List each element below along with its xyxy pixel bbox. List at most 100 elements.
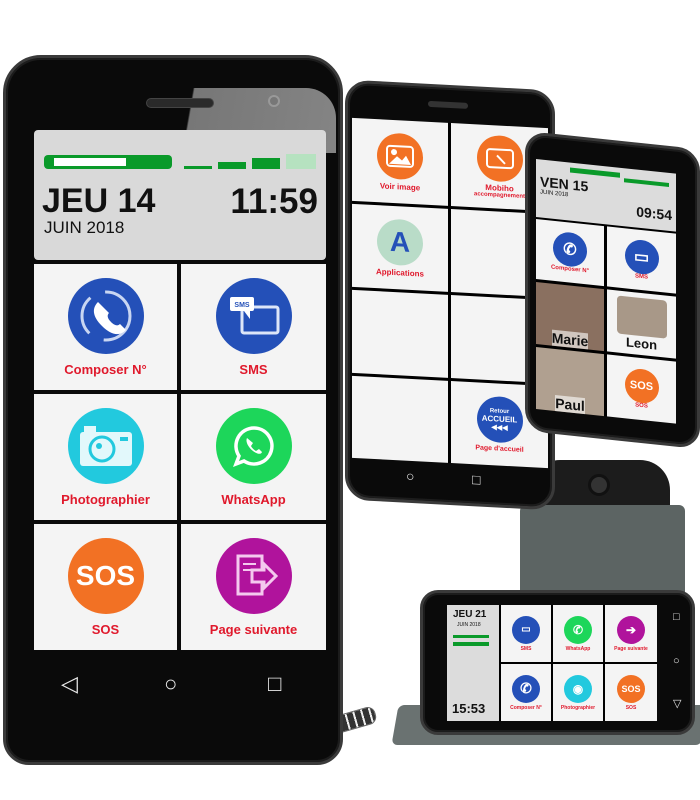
contact-name: Marie <box>551 329 589 350</box>
tile-label: Voir image <box>379 180 421 192</box>
signal-bar-1 <box>184 166 212 169</box>
contact-photo-icon <box>616 294 667 339</box>
tile-label: Page d'accueil <box>475 444 524 454</box>
screen: JEU 21 JUIN 2018 15:53 ▭ SMS ✆ WhatsApp … <box>447 605 657 721</box>
back-button[interactable]: ◁ <box>61 671 78 697</box>
sms-icon-text: SMS <box>234 302 250 309</box>
date-month: JUIN 2018 <box>44 218 125 237</box>
sms-icon: ▭ <box>512 615 540 644</box>
back-button[interactable]: ▽ <box>673 697 681 710</box>
tile-composer[interactable]: Composer N° <box>34 264 177 390</box>
icon-text-bottom: ◀◀◀ <box>491 423 508 432</box>
tile-label: SOS <box>91 621 120 637</box>
tile-contact-leon[interactable]: Leon <box>607 289 676 359</box>
battery-level <box>54 158 126 166</box>
front-camera-icon <box>268 95 280 107</box>
tile-label: SOS <box>625 704 637 711</box>
tile-contact-paul[interactable]: Paul <box>536 346 604 417</box>
tile-contact-marie[interactable]: Marie <box>536 281 604 352</box>
sos-icon: SOS <box>617 674 645 703</box>
signal-icon <box>624 178 669 187</box>
speaker <box>428 100 468 109</box>
recents-button[interactable]: □ <box>673 611 680 623</box>
tile-whatsapp[interactable]: WhatsApp <box>181 394 326 520</box>
speaker <box>146 98 214 108</box>
tile-label: Page suivante <box>209 621 298 637</box>
tile-label: WhatsApp <box>565 645 591 652</box>
screen: VEN 15 JUIN 2018 09:54 ✆ Composer N° ▭ S… <box>536 158 676 424</box>
tile-label: WhatsApp <box>221 491 286 507</box>
signal-bar-2 <box>218 162 246 169</box>
tile-label: Composer N° <box>550 264 590 275</box>
battery-bar <box>570 167 620 178</box>
tile-empty[interactable] <box>352 375 448 463</box>
tile-label: Composer N° <box>64 361 147 377</box>
home-button[interactable]: ○ <box>673 655 680 667</box>
tile-label: Photographier <box>560 704 596 711</box>
applications-icon: A <box>377 217 423 267</box>
contact-name: Leon <box>625 333 658 353</box>
sms-icon: ▭ <box>624 238 659 276</box>
date-day: JEU 21 <box>453 609 487 620</box>
tile-empty[interactable] <box>352 289 448 378</box>
tile-sos[interactable]: SOS SOS <box>605 664 657 721</box>
signal-bar-4 <box>286 154 316 169</box>
home-button[interactable]: ○ <box>406 468 414 484</box>
image-icon <box>377 131 423 181</box>
sms-icon: SMS <box>215 277 292 354</box>
tile-label: Page suivante <box>614 645 648 652</box>
home-return-icon: Retour ACCUEIL ◀◀◀ <box>476 395 523 444</box>
phone-icon: ✆ <box>512 674 540 703</box>
status-panel: JEU 21 JUIN 2018 15:53 <box>447 605 499 721</box>
phone-landscape: JEU 21 JUIN 2018 15:53 ▭ SMS ✆ WhatsApp … <box>420 590 695 735</box>
phone-icon: ✆ <box>553 230 587 269</box>
whatsapp-icon: ✆ <box>564 615 592 644</box>
date-month: JUIN 2018 <box>457 622 481 628</box>
signal-bar-3 <box>252 158 280 169</box>
tile-sos[interactable]: SOS SOS <box>607 354 676 424</box>
date-day: JEU 14 <box>42 182 156 220</box>
tile-sms[interactable]: ▭ SMS <box>607 226 676 294</box>
tile-sms[interactable]: ▭ SMS <box>501 605 551 662</box>
phone-main: JEU 14 JUIN 2018 11:59 Composer N° SMS S… <box>3 55 343 765</box>
camera-icon <box>67 407 144 484</box>
screen: Voir image Mobiho accompagnement A Appli… <box>352 117 548 469</box>
tile-sms[interactable]: SMS SMS <box>181 264 326 390</box>
tile-whatsapp[interactable]: ✆ WhatsApp <box>553 605 603 662</box>
tablet-touch-icon <box>476 134 523 183</box>
rear-camera-icon <box>588 474 610 496</box>
tile-photographier[interactable]: Photographier <box>34 394 177 520</box>
recents-button[interactable]: □ <box>472 471 480 487</box>
tile-label: SMS <box>239 361 268 377</box>
contact-name: Paul <box>555 394 585 415</box>
clock: 11:59 <box>230 182 318 221</box>
battery-bar <box>453 642 489 646</box>
phone-icon <box>67 277 144 354</box>
tile-page-suivante[interactable]: Page suivante <box>181 524 326 650</box>
camera-icon: ◉ <box>564 674 592 703</box>
battery-icon <box>44 155 172 169</box>
tile-label: SOS <box>635 402 648 410</box>
tile-label: SMS <box>634 273 648 281</box>
tile-label: Photographier <box>61 491 150 507</box>
clock: 09:54 <box>636 203 672 224</box>
tile-sos[interactable]: SOS SOS <box>34 524 177 650</box>
tile-composer[interactable]: ✆ Composer N° <box>536 218 604 287</box>
home-button[interactable]: ○ <box>164 671 177 697</box>
status-header: JEU 14 JUIN 2018 11:59 <box>34 130 326 260</box>
tile-voir-image[interactable]: Voir image <box>352 117 448 206</box>
tile-page-suivante[interactable]: ➔ Page suivante <box>605 605 657 662</box>
tile-applications[interactable]: A Applications <box>352 203 448 292</box>
recents-button[interactable]: □ <box>268 671 281 697</box>
signal-icon <box>453 635 489 638</box>
phone-second: Voir image Mobiho accompagnement A Appli… <box>345 79 555 511</box>
tile-sublabel: accompagnement <box>473 191 525 200</box>
tile-photographier[interactable]: ◉ Photographier <box>553 664 603 721</box>
tile-composer[interactable]: ✆ Composer N° <box>501 664 551 721</box>
sos-icon: SOS <box>624 367 659 405</box>
tile-label: Composer N° <box>510 704 542 711</box>
whatsapp-icon <box>215 407 292 484</box>
tile-label: SMS <box>520 645 532 652</box>
sos-icon: SOS <box>67 537 144 614</box>
tile-label: Applications <box>375 266 424 279</box>
